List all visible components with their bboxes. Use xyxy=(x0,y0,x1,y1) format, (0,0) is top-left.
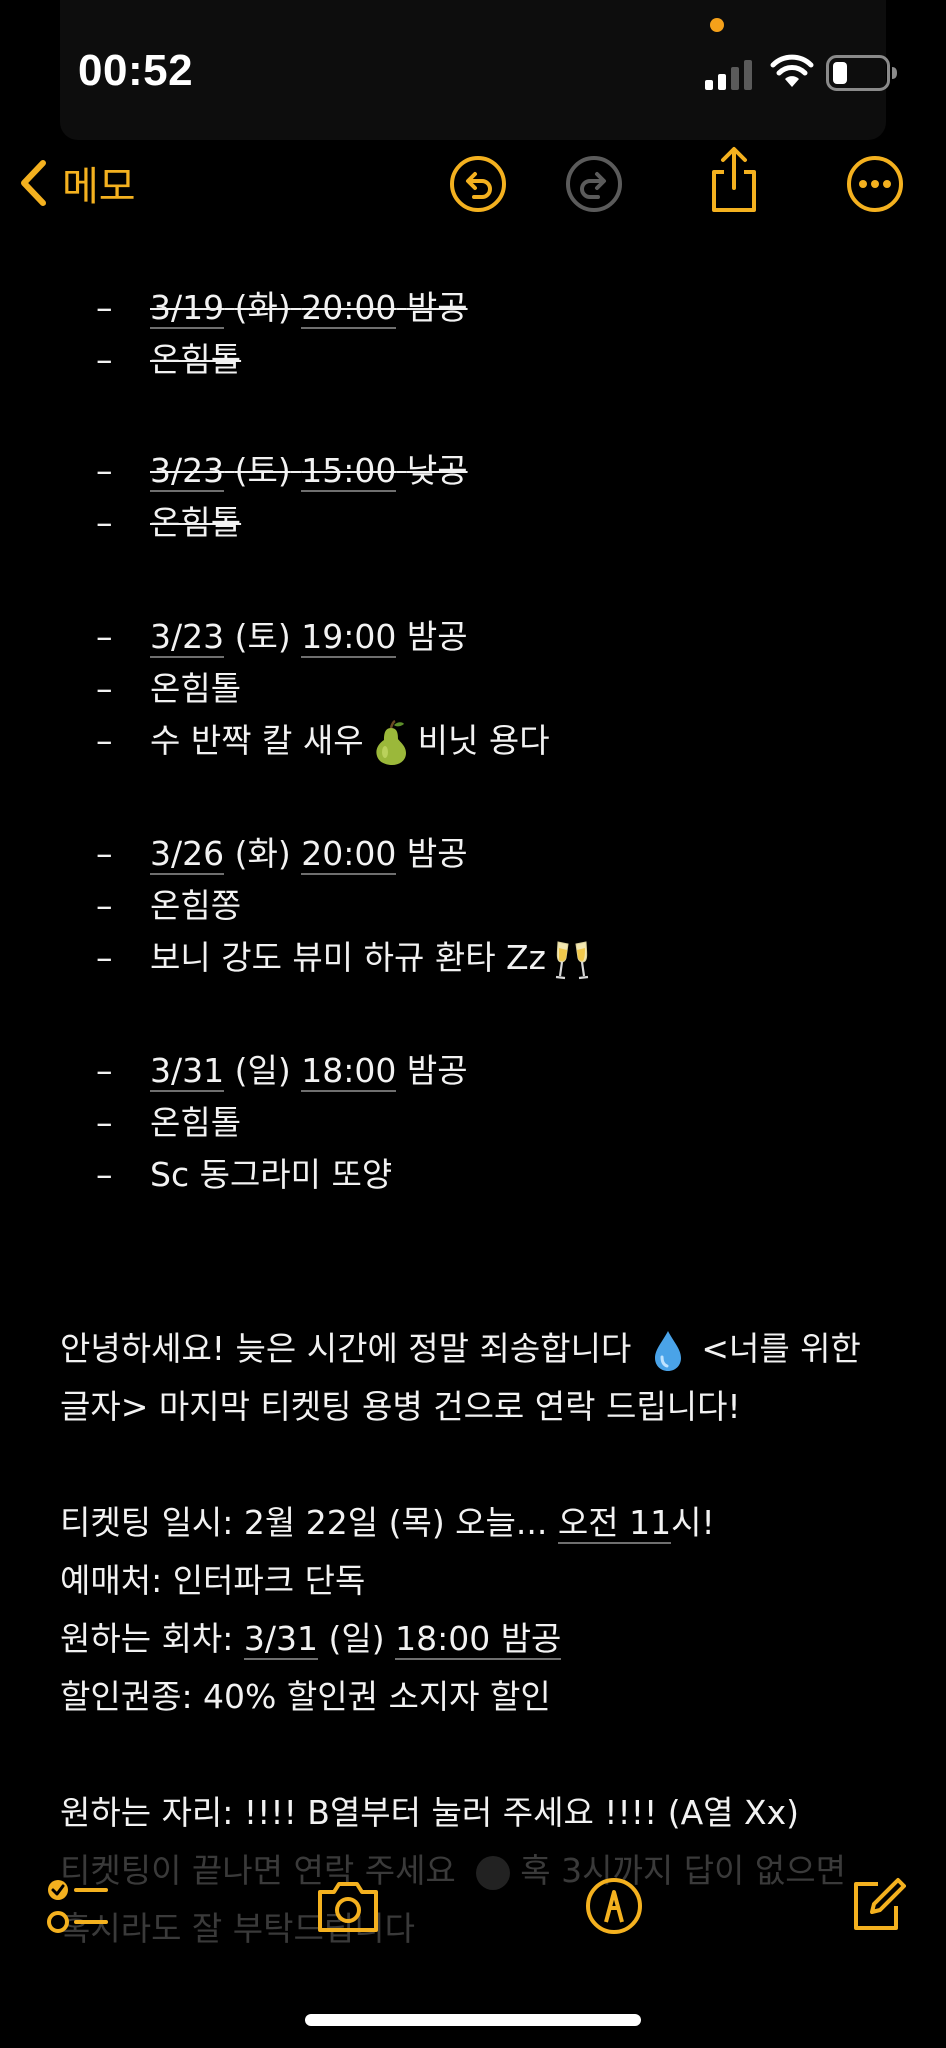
message-intro-line-2: 글자> 마지막 티켓팅 용병 건으로 연락 드립니다! xyxy=(60,1387,741,1426)
message-intro-line-1: 안녕하세요! 늦은 시간에 정말 죄송합니다 <너를 위한 xyxy=(60,1320,861,1378)
status-time: 00:52 xyxy=(78,46,194,95)
list-item: –3/26 (화) 20:00 밤공 xyxy=(96,834,468,875)
list-item: –3/23 (토) 15:00 낮공 xyxy=(96,451,468,492)
cellular-signal-icon xyxy=(705,60,752,90)
checklist-icon[interactable] xyxy=(46,1876,110,1940)
battery-icon xyxy=(826,55,897,91)
list-item: –3/19 (화) 20:00 밤공 xyxy=(96,288,468,329)
discount-line: 할인권종: 40% 할인권 소지자 할인 xyxy=(60,1677,551,1716)
camera-icon[interactable] xyxy=(314,1876,382,1936)
back-label: 메모 xyxy=(62,164,136,210)
ticketing-time-line: 티켓팅 일시: 2월 22일 (목) 오늘... 오전 11시! xyxy=(60,1503,715,1544)
list-item: – 온힘톨 xyxy=(96,669,242,708)
list-item: – 온힘톨 xyxy=(96,503,242,542)
list-item: – 수 반짝 칼 새우 비닛 용다 xyxy=(96,716,550,766)
droplet-icon xyxy=(655,1330,682,1371)
navigation-bar: 메모 xyxy=(0,147,946,216)
bottom-toolbar xyxy=(0,1850,946,1970)
clinking-glasses-icon xyxy=(555,940,589,979)
wifi-icon xyxy=(770,54,814,87)
seat-line: 원하는 자리: !!!! B열부터 눌러 주세요 !!!! (A열 Xx) xyxy=(60,1793,800,1832)
list-item: – Sc 동그라미 또양 xyxy=(96,1155,393,1194)
privacy-indicator-dot xyxy=(710,18,724,32)
list-item: – 온힘톨 xyxy=(96,340,242,379)
list-item: – 보니 강도 뷰미 하규 환타 Zz xyxy=(96,933,598,983)
chevron-left-icon xyxy=(21,160,46,206)
home-indicator[interactable] xyxy=(305,2014,641,2026)
list-item: – 온힘톨 xyxy=(96,1103,242,1142)
list-item: –3/23 (토) 19:00 밤공 xyxy=(96,617,468,658)
pear-icon xyxy=(376,719,406,765)
back-button[interactable]: 메모 xyxy=(18,150,136,216)
list-item: –3/31 (일) 18:00 밤공 xyxy=(96,1051,468,1092)
status-bar: 00:52 xyxy=(0,0,946,150)
session-line: 원하는 회차: 3/31 (일) 18:00 밤공 xyxy=(60,1619,562,1660)
share-icon[interactable] xyxy=(706,146,762,214)
vendor-line: 예매처: 인터파크 단독 xyxy=(60,1561,366,1600)
more-icon[interactable] xyxy=(845,154,905,214)
undo-icon[interactable] xyxy=(448,154,508,214)
markup-pen-icon[interactable] xyxy=(584,1876,644,1936)
redo-icon[interactable] xyxy=(564,154,624,214)
list-item: – 온힘쫑 xyxy=(96,886,242,925)
compose-icon[interactable] xyxy=(846,1876,906,1936)
